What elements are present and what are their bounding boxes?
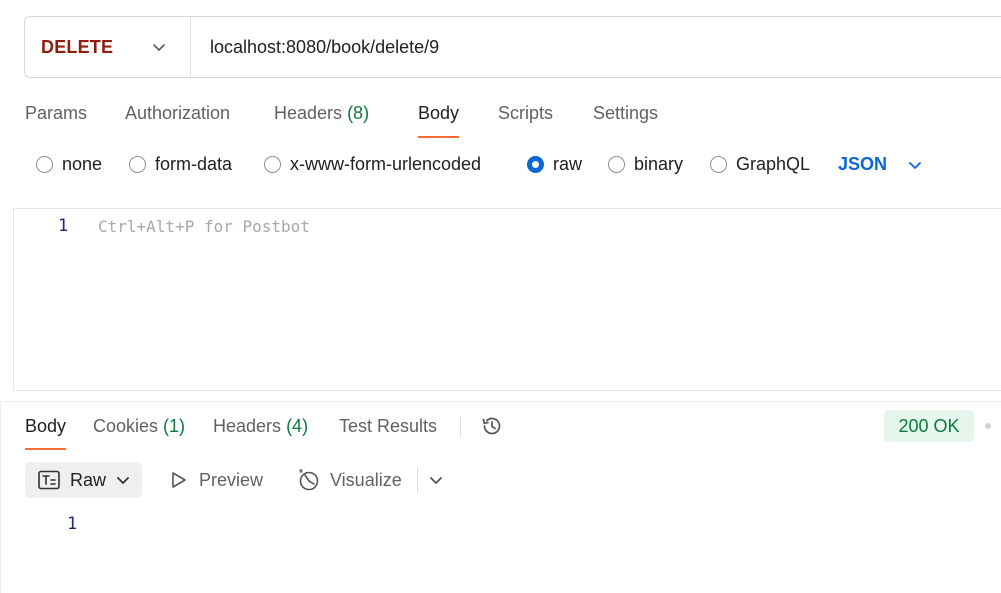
raw-text-icon — [38, 470, 60, 490]
tab-headers[interactable]: Headers (8) — [274, 100, 369, 138]
body-format-select[interactable]: JSON — [838, 154, 923, 175]
response-tab-test-results[interactable]: Test Results — [339, 413, 437, 450]
response-line-number: 1 — [67, 514, 78, 534]
radio-form-data[interactable]: form-data — [129, 154, 232, 175]
history-icon[interactable] — [480, 414, 504, 438]
raw-view-button[interactable]: Raw — [25, 462, 142, 498]
chevron-down-icon — [909, 161, 921, 169]
radio-raw[interactable]: raw — [527, 154, 582, 175]
response-tab-body[interactable]: Body — [25, 413, 67, 450]
preview-button[interactable]: Preview — [170, 462, 263, 498]
chevron-down-icon — [153, 44, 165, 51]
radio-circle — [129, 156, 146, 173]
play-icon — [172, 472, 186, 488]
radio-circle — [710, 156, 727, 173]
url-input[interactable] — [191, 36, 971, 58]
radio-circle — [36, 156, 53, 173]
radio-circle — [264, 156, 281, 173]
cookies-count: (1) — [163, 416, 186, 436]
response-headers-count: (4) — [286, 416, 309, 436]
visualize-icon — [299, 469, 319, 491]
radio-circle-checked — [527, 156, 544, 173]
tab-body[interactable]: Body — [418, 100, 460, 138]
response-tab-headers[interactable]: Headers (4) — [213, 413, 308, 450]
chevron-down-icon[interactable] — [428, 472, 444, 488]
tab-settings[interactable]: Settings — [593, 100, 658, 138]
body-format-label: JSON — [838, 154, 888, 174]
line-number: 1 — [58, 216, 69, 236]
radio-binary[interactable]: binary — [608, 154, 683, 175]
left-border — [0, 402, 1, 593]
pane-divider[interactable] — [0, 401, 1001, 402]
method-selector[interactable]: DELETE — [25, 17, 191, 77]
toolbar-separator — [417, 468, 418, 492]
method-label: DELETE — [41, 36, 114, 57]
headers-count: (8) — [347, 103, 370, 123]
response-tabs: Body Cookies (1) Headers (4) Test Result… — [25, 410, 1001, 453]
visualize-button[interactable]: Visualize — [297, 462, 402, 498]
response-tab-cookies[interactable]: Cookies (1) — [93, 413, 185, 450]
radio-x-www-form-urlencoded[interactable]: x-www-form-urlencoded — [264, 154, 481, 175]
tab-separator — [460, 417, 461, 437]
radio-none[interactable]: none — [36, 154, 102, 175]
tab-authorization[interactable]: Authorization — [125, 100, 230, 138]
status-badge[interactable]: 200 OK — [884, 410, 974, 442]
tab-params[interactable]: Params — [25, 100, 87, 138]
tab-scripts[interactable]: Scripts — [498, 100, 553, 138]
url-bar: DELETE — [24, 16, 1001, 78]
chevron-down-icon — [117, 477, 129, 484]
editor-placeholder: Ctrl+Alt+P for Postbot — [98, 217, 310, 236]
radio-circle — [608, 156, 625, 173]
postman-request-view: DELETE Params Authorization Headers (8) … — [0, 0, 1001, 593]
status-dot — [985, 423, 991, 429]
radio-graphql[interactable]: GraphQL — [710, 154, 810, 175]
request-body-editor[interactable]: 1 Ctrl+Alt+P for Postbot — [13, 208, 1001, 391]
